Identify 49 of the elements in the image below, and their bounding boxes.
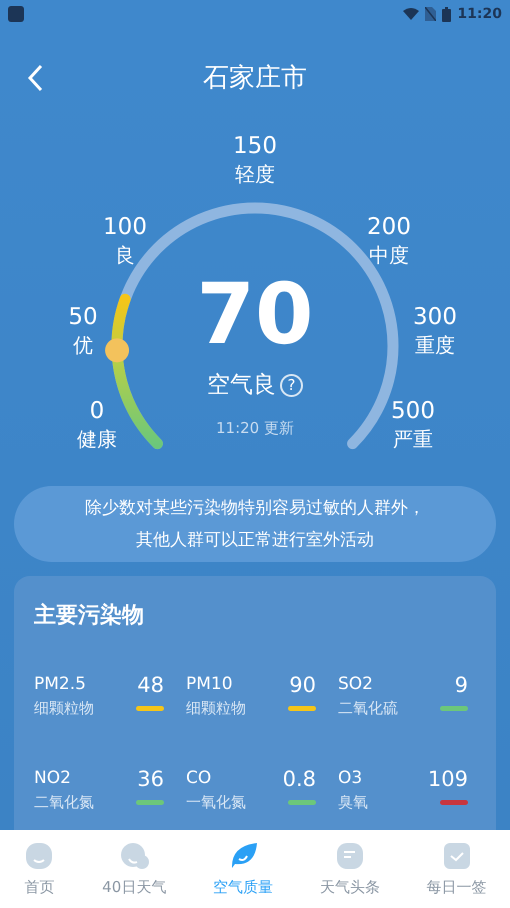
tick-label: 重度: [415, 332, 455, 359]
nav-tab[interactable]: 首页: [23, 840, 56, 898]
tick-label: 严重: [393, 426, 433, 453]
tick-value: 300: [413, 303, 457, 331]
pollutant-value: 48: [137, 672, 164, 698]
nav-tab[interactable]: 每日一签: [426, 840, 487, 898]
help-icon[interactable]: ?: [280, 374, 303, 397]
city-title: 石家庄市: [203, 62, 307, 94]
update-time: 11:20 更新: [216, 418, 294, 438]
pollutant-desc: 臭氧: [338, 792, 368, 813]
pollutant-value: 36: [137, 766, 164, 792]
pollutant-desc: 二氧化硫: [338, 698, 398, 719]
pollutant-desc: 二氧化氮: [34, 792, 94, 813]
tick-value: 50: [68, 303, 98, 331]
tick-value: 200: [367, 213, 411, 241]
pollutant-desc: 细颗粒物: [186, 698, 246, 719]
pollutant-value: 90: [289, 672, 316, 698]
pollutant-name: PM2.5: [34, 673, 87, 696]
tick-value: 150: [233, 132, 277, 160]
pollutant-desc: 细颗粒物: [34, 698, 94, 719]
advice-text: 除少数对某些污染物特别容易过敏的人群外， 其他人群可以正常进行室外活动: [14, 486, 496, 562]
pollutant-desc: 一氧化氮: [186, 792, 246, 813]
pollutant-value: 0.8: [282, 766, 316, 792]
tick-value: 500: [391, 397, 435, 425]
nav-tab[interactable]: 40日天气: [102, 840, 166, 898]
tick-label: 中度: [369, 242, 409, 269]
tick-label: 轻度: [235, 161, 275, 188]
pollutant-value: 9: [454, 672, 468, 698]
status-time: 11:20: [457, 4, 502, 24]
nav-tab[interactable]: 空气质量: [213, 840, 274, 898]
nav-tab[interactable]: 天气头条: [320, 840, 380, 898]
pollutant-name: CO: [186, 767, 212, 790]
tick-label: 良: [115, 242, 135, 269]
aqi-value: 70: [196, 268, 314, 360]
pollutant-name: O3: [338, 767, 364, 790]
tick-value: 100: [103, 213, 147, 241]
app-icon: [8, 6, 24, 22]
pollutant-name: NO2: [34, 767, 72, 790]
tick-label: 健康: [77, 426, 117, 453]
card-title: 主要污染物: [34, 602, 145, 630]
battery-icon: [442, 6, 452, 22]
wifi-icon: [403, 8, 420, 20]
no-sim-icon: [425, 7, 436, 21]
tick-value: 0: [90, 397, 104, 425]
tick-label: 优: [73, 332, 93, 359]
pollutant-name: SO2: [338, 673, 374, 696]
pollutant-value: 109: [428, 766, 468, 792]
quality-label: 空气良: [207, 371, 276, 400]
pollutant-name: PM10: [186, 673, 234, 696]
